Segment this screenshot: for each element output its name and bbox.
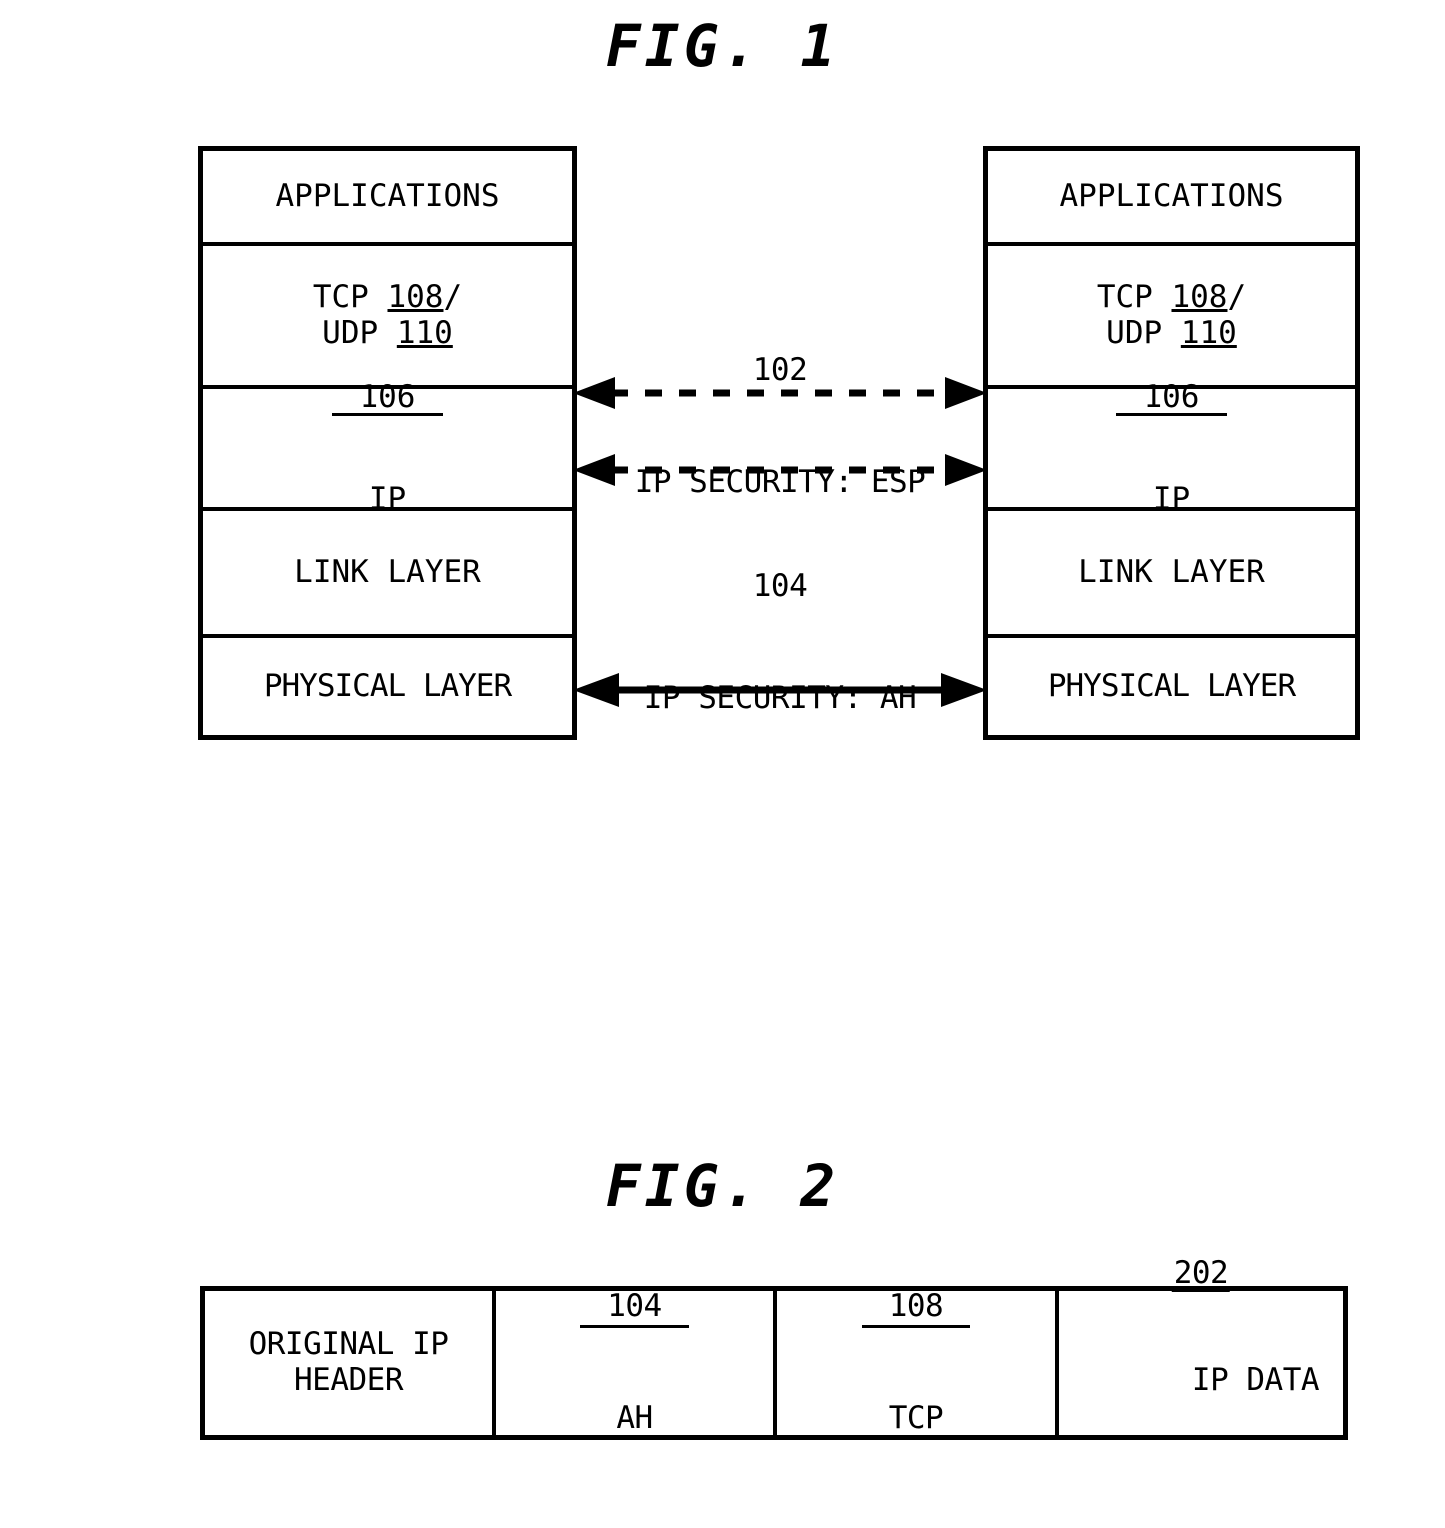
stack-right-applications-label: APPLICATIONS <box>1059 177 1284 214</box>
solid-double-arrow-icon <box>573 673 987 707</box>
stack-left-layer-physical: PHYSICAL LAYER <box>203 638 572 735</box>
dashed-double-arrow-icon <box>573 377 987 409</box>
ref-108: 108 <box>387 279 444 316</box>
stack-right-layer-link: LINK LAYER <box>988 511 1355 638</box>
ref-202: 202 <box>1171 1255 1231 1293</box>
original-ip-header-line2: HEADER <box>294 1362 403 1398</box>
connector-esp-arrow <box>565 376 995 410</box>
original-ip-header-label: ORIGINAL IP HEADER <box>248 1326 449 1399</box>
ref-108: 108 <box>1171 279 1228 316</box>
ref-108: 108 <box>861 1288 971 1329</box>
stack-left-link-label: LINK LAYER <box>294 553 481 590</box>
tcp-word: TCP <box>1096 279 1172 316</box>
packet-ip-data-label: 202 IP DATA <box>1083 1258 1320 1435</box>
slash: / <box>443 279 463 316</box>
packet-cell-ip-data: 202 IP DATA <box>1059 1258 1343 1435</box>
packet-cell-ah: 104 AH <box>496 1288 777 1436</box>
stack-left-layer-link: LINK LAYER <box>203 511 572 638</box>
packet-format-table: ORIGINAL IP HEADER 104 AH 108 TCP 202 IP … <box>200 1258 1348 1440</box>
connector-ah-arrow <box>565 453 995 487</box>
connector-physical-arrow <box>565 673 995 707</box>
stack-left-physical-label: PHYSICAL LAYER <box>263 667 512 704</box>
stack-left-layer-applications: APPLICATIONS <box>203 151 572 246</box>
ref-104: 104 <box>580 1288 689 1329</box>
stack-right-physical-label: PHYSICAL LAYER <box>1047 667 1296 704</box>
connector-ah-annotation: 104 IP SECURITY: AH <box>577 494 983 754</box>
tcp-word: TCP <box>888 1399 944 1436</box>
slash: / <box>1227 279 1247 316</box>
original-ip-header-line1: ORIGINAL IP <box>248 1326 449 1363</box>
stack-right-layer-applications: APPLICATIONS <box>988 151 1355 246</box>
tcp-word: TCP <box>312 279 388 316</box>
packet-cell-tcp: 108 TCP <box>777 1288 1059 1436</box>
protocol-stack-left: APPLICATIONS TCP 108/UDP 110 106 IP LINK… <box>198 146 577 740</box>
stack-right-layer-physical: PHYSICAL LAYER <box>988 638 1355 735</box>
protocol-stack-right: APPLICATIONS TCP 108/UDP 110 106 IP LINK… <box>983 146 1360 740</box>
packet-tcp-label: 108 TCP <box>861 1217 971 1509</box>
ref-106: 106 <box>1115 381 1228 417</box>
ah-word: AH <box>616 1399 653 1436</box>
ref-104: 104 <box>752 568 808 605</box>
ref-106: 106 <box>331 381 444 417</box>
stack-right-link-label: LINK LAYER <box>1078 553 1265 590</box>
figure-2-title: FIG. 2 <box>605 1152 840 1220</box>
packet-cell-original-ip-header: ORIGINAL IP HEADER <box>205 1291 496 1435</box>
stack-right-layer-ip: 106 IP <box>988 381 1355 515</box>
packet-ah-label: 104 AH <box>580 1217 689 1509</box>
stack-left-layer-ip: 106 IP <box>203 381 572 515</box>
ip-data-word: IP DATA <box>1191 1362 1320 1398</box>
stack-left-applications-label: APPLICATIONS <box>275 177 500 214</box>
figure-1-title: FIG. 1 <box>605 12 840 80</box>
dashed-double-arrow-icon <box>573 454 987 486</box>
